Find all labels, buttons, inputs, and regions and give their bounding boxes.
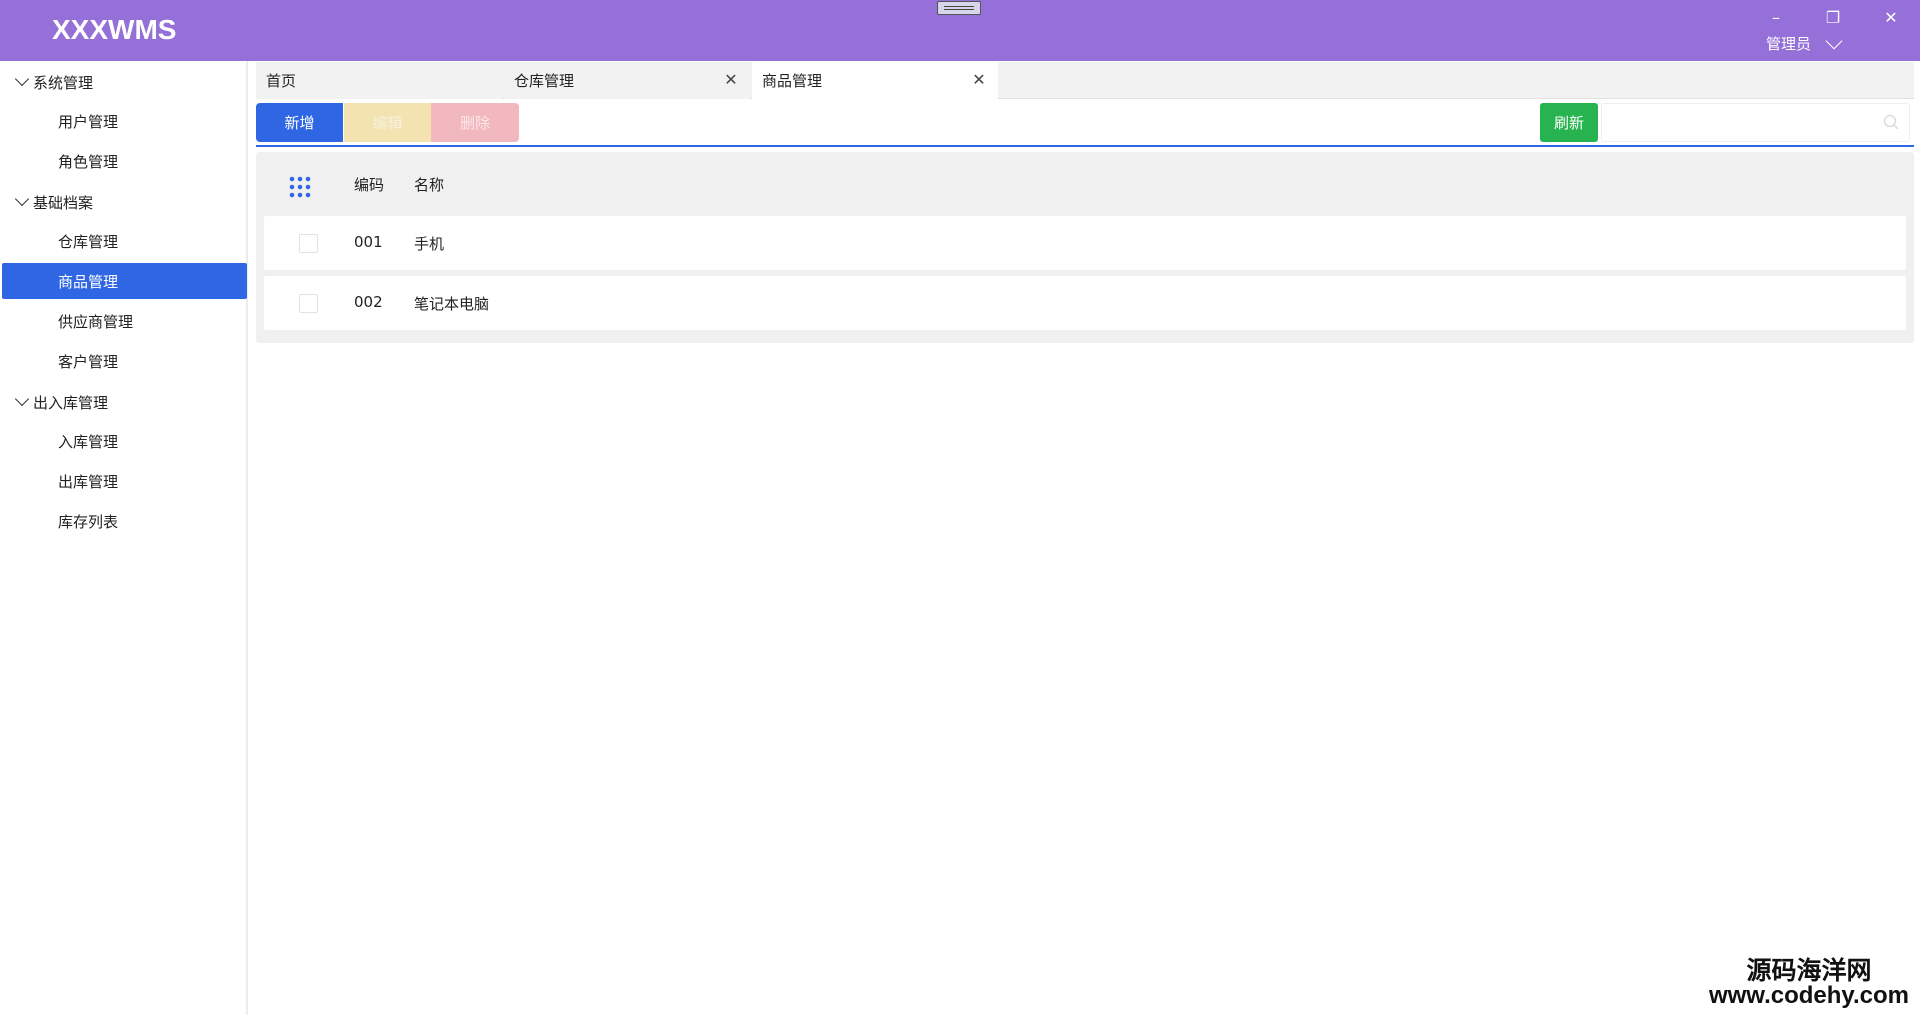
grid-header: 编码 名称 bbox=[256, 152, 1914, 216]
table-row[interactable]: 001 手机 bbox=[264, 216, 1906, 270]
refresh-button[interactable]: 刷新 bbox=[1540, 103, 1598, 142]
toolbar: 新增 编辑 删除 刷新 bbox=[256, 103, 1914, 147]
drag-handle[interactable] bbox=[937, 1, 981, 15]
sidebar-item-users[interactable]: 用户管理 bbox=[2, 103, 247, 139]
delete-button[interactable]: 删除 bbox=[431, 103, 519, 142]
column-header-code[interactable]: 编码 bbox=[354, 174, 384, 195]
chevron-down-icon bbox=[14, 391, 30, 407]
row-checkbox[interactable] bbox=[299, 234, 318, 253]
add-button[interactable]: 新增 bbox=[256, 103, 343, 142]
tab-label: 商品管理 bbox=[762, 72, 823, 90]
watermark-url: www.codehy.com bbox=[1708, 981, 1910, 1009]
search-icon[interactable] bbox=[1883, 114, 1899, 130]
sidebar-item-roles[interactable]: 角色管理 bbox=[2, 143, 247, 179]
tab-label: 仓库管理 bbox=[514, 72, 575, 90]
cell-code: 001 bbox=[354, 233, 383, 251]
restore-button[interactable]: ❐ bbox=[1818, 6, 1848, 30]
sidebar-item-inbound[interactable]: 入库管理 bbox=[2, 423, 247, 459]
sidebar-group-label: 系统管理 bbox=[33, 73, 94, 92]
sidebar-item-customers[interactable]: 客户管理 bbox=[2, 343, 247, 379]
close-window-button[interactable]: ✕ bbox=[1876, 6, 1906, 30]
watermark-cn: 源码海洋网 bbox=[1746, 956, 1872, 985]
cell-code: 002 bbox=[354, 293, 383, 311]
app-title: XXXWMS bbox=[52, 14, 177, 45]
edit-button[interactable]: 编辑 bbox=[344, 103, 431, 142]
table-row[interactable]: 002 笔记本电脑 bbox=[264, 276, 1906, 330]
chevron-down-icon bbox=[1825, 34, 1843, 52]
chevron-down-icon bbox=[14, 71, 30, 87]
sidebar-item-suppliers[interactable]: 供应商管理 bbox=[2, 303, 247, 339]
title-bar: XXXWMS – ❐ ✕ 管理员 bbox=[0, 0, 1920, 61]
minimize-button[interactable]: – bbox=[1761, 6, 1791, 30]
tab-bar: 首页 仓库管理 ✕ 商品管理 ✕ bbox=[256, 62, 1914, 99]
watermark: 源码海洋网 www.codehy.com bbox=[1702, 958, 1916, 1008]
search-box bbox=[1601, 103, 1910, 142]
cell-name: 手机 bbox=[414, 235, 445, 253]
sidebar: 系统管理 用户管理 角色管理 基础档案 仓库管理 商品管理 供应商管理 客户管理… bbox=[0, 61, 248, 1015]
sidebar-item-warehouse[interactable]: 仓库管理 bbox=[2, 223, 247, 259]
tab-warehouse[interactable]: 仓库管理 ✕ bbox=[504, 62, 750, 99]
sidebar-item-inventory[interactable]: 库存列表 bbox=[2, 503, 247, 539]
sidebar-group-label: 基础档案 bbox=[33, 193, 94, 212]
cell-name: 笔记本电脑 bbox=[414, 295, 490, 313]
search-input[interactable] bbox=[1602, 104, 1872, 141]
sidebar-group-basic[interactable]: 基础档案 bbox=[0, 187, 248, 217]
close-icon[interactable]: ✕ bbox=[970, 71, 988, 89]
sidebar-item-goods[interactable]: 商品管理 bbox=[2, 263, 247, 299]
sidebar-group-system[interactable]: 系统管理 bbox=[0, 67, 248, 97]
chevron-down-icon bbox=[14, 191, 30, 207]
user-name: 管理员 bbox=[1766, 34, 1812, 53]
column-header-name[interactable]: 名称 bbox=[414, 174, 444, 195]
grid-menu-icon[interactable] bbox=[289, 176, 311, 198]
tab-home[interactable]: 首页 bbox=[256, 62, 502, 99]
sidebar-group-label: 出入库管理 bbox=[33, 393, 109, 412]
tab-label: 首页 bbox=[266, 72, 297, 90]
user-menu[interactable]: 管理员 bbox=[1766, 32, 1843, 54]
sidebar-group-inout[interactable]: 出入库管理 bbox=[0, 387, 248, 417]
row-checkbox[interactable] bbox=[299, 294, 318, 313]
data-grid: 编码 名称 001 手机 002 笔记本电脑 bbox=[256, 152, 1914, 343]
close-icon[interactable]: ✕ bbox=[722, 71, 740, 89]
tab-goods[interactable]: 商品管理 ✕ bbox=[752, 62, 998, 99]
sidebar-item-outbound[interactable]: 出库管理 bbox=[2, 463, 247, 499]
